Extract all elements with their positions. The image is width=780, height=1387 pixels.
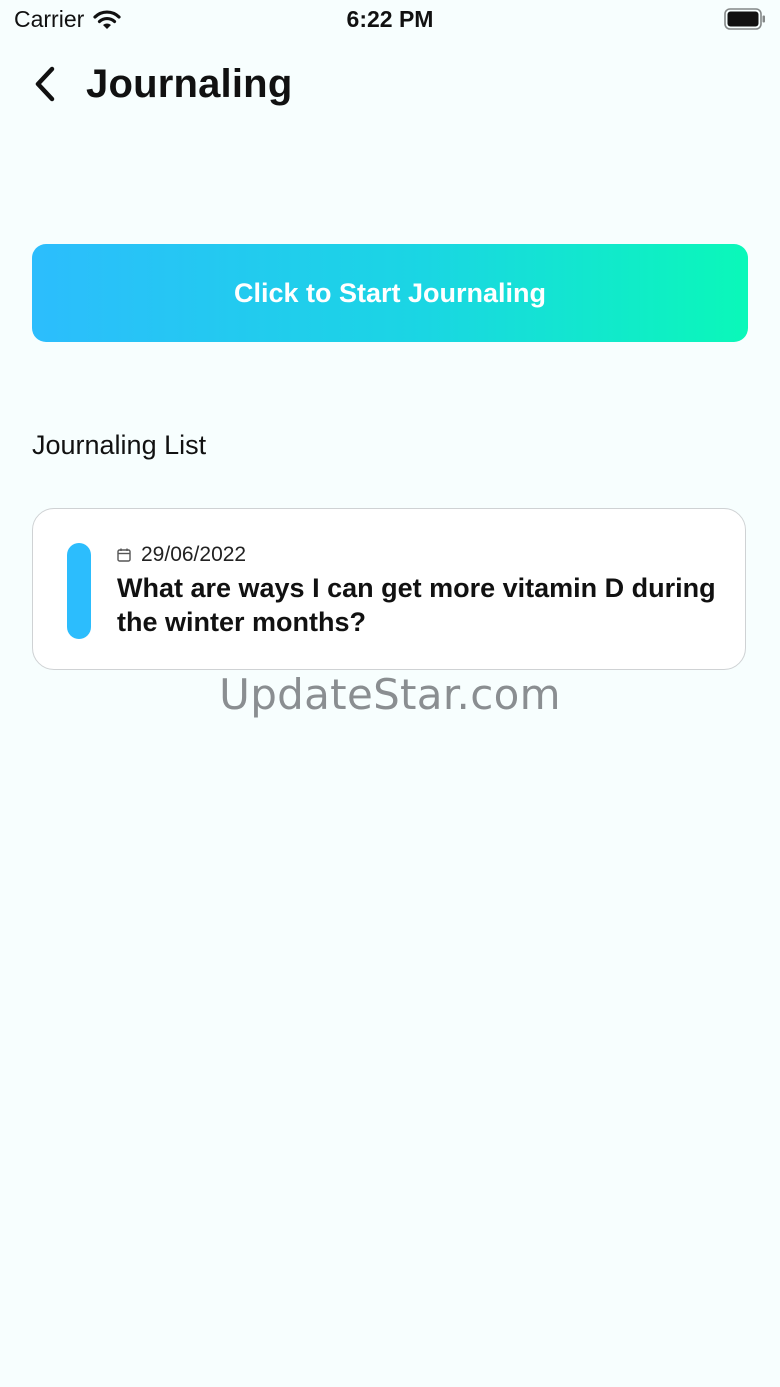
entry-date-row: 29/06/2022 bbox=[117, 543, 246, 567]
watermark: UpdateStar.com bbox=[219, 670, 561, 719]
chevron-left-icon[interactable] bbox=[30, 64, 60, 104]
entry-title: What are ways I can get more vitamin D d… bbox=[117, 573, 716, 637]
entry-accent-bar bbox=[67, 543, 91, 639]
journal-entry-card[interactable]: 29/06/2022 What are ways I can get more … bbox=[32, 508, 746, 670]
page-title: Journaling bbox=[86, 61, 293, 106]
status-bar: Carrier 6:22 PM bbox=[0, 0, 780, 40]
entry-date: 29/06/2022 bbox=[141, 543, 247, 566]
status-time: 6:22 PM bbox=[346, 6, 434, 32]
calendar-icon bbox=[117, 548, 131, 562]
start-journaling-button[interactable]: Click to Start Journaling bbox=[32, 244, 748, 342]
journaling-list-title: Journaling List bbox=[32, 430, 207, 460]
nav-header: Journaling bbox=[30, 56, 292, 112]
battery-icon bbox=[724, 8, 765, 30]
